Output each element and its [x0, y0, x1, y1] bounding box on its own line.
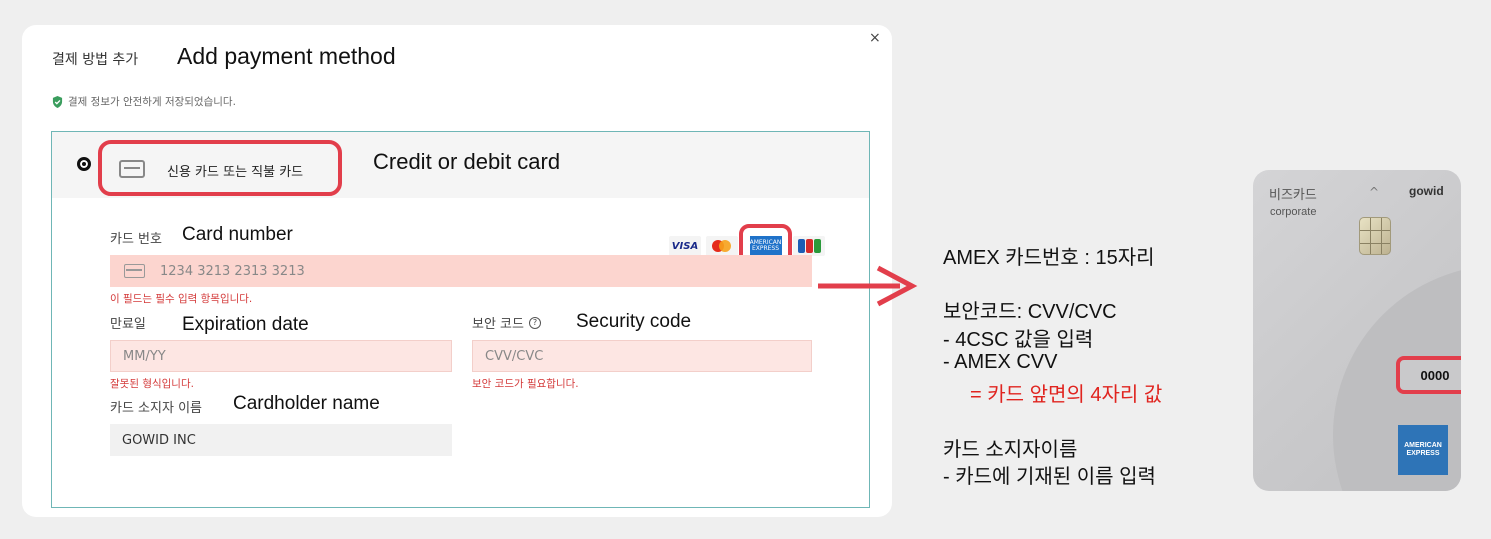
holder-annotation: Cardholder name — [233, 393, 380, 414]
mastercard-logo — [706, 236, 738, 256]
card-brand-text: 비즈카드 — [1269, 187, 1317, 202]
security-input[interactable]: CVV/CVC — [472, 340, 812, 372]
gowid-logo: gowid — [1409, 184, 1444, 198]
note-security-code: 보안코드: CVV/CVC — [943, 301, 1117, 323]
amex-logo: AMERICAN EXPRESS — [749, 236, 782, 256]
arrow-right-icon — [818, 265, 918, 307]
secure-note-text: 결제 정보가 안전하게 저장되었습니다. — [68, 96, 236, 108]
note-front-4-digit: = 카드 앞면의 4자리 값 — [970, 384, 1163, 406]
card-option-label: 신용 카드 또는 직불 카드 — [167, 165, 304, 180]
shield-check-icon — [52, 95, 63, 108]
card-option-radio[interactable] — [77, 157, 91, 171]
modal-title-annotation: Add payment method — [177, 43, 396, 69]
card-corporate-text: corporate — [1270, 206, 1317, 218]
card-number-input[interactable]: 1234 3213 2313 3213 — [110, 255, 812, 287]
card-number-annotation: Card number — [182, 224, 293, 245]
card-option-header[interactable]: 신용 카드 또는 직불 카드 Credit or debit card — [52, 132, 869, 198]
jcb-logo — [793, 236, 825, 256]
expiry-annotation: Expiration date — [182, 314, 309, 335]
holder-label: 카드 소지자 이름 — [110, 401, 202, 416]
visa-logo: VISA — [669, 236, 701, 256]
help-circle-icon[interactable]: ? — [528, 316, 541, 329]
security-annotation: Security code — [576, 311, 692, 332]
note-amex-cvv: - AMEX CVV — [943, 351, 1058, 373]
card-front-code: 0000 — [1396, 356, 1461, 394]
security-error: 보안 코드가 필요합니다. — [472, 378, 579, 390]
card-input-icon — [124, 264, 145, 278]
security-label-group: 보안 코드 ? — [472, 313, 541, 332]
note-cardholder: 카드 소지자이름 — [943, 439, 1078, 461]
expiry-label: 만료일 — [110, 317, 146, 332]
amex-card-photo: 비즈카드 corporate ^ gowid 0000 AMERICAN EXP… — [1253, 170, 1461, 491]
note-cardholder-detail: - 카드에 기재된 이름 입력 — [943, 466, 1156, 488]
card-number-value: 1234 3213 2313 3213 — [160, 263, 305, 279]
modal-title: 결제 방법 추가 — [52, 52, 139, 68]
close-icon[interactable]: × — [869, 30, 881, 46]
card-option-panel: 신용 카드 또는 직불 카드 Credit or debit card 카드 번… — [51, 131, 870, 508]
card-number-label: 카드 번호 — [110, 232, 162, 247]
credit-card-icon — [119, 160, 145, 178]
chevron-up-icon: ^ — [1369, 185, 1380, 199]
card-option-highlight[interactable]: 신용 카드 또는 직불 카드 — [98, 140, 342, 196]
expiry-error: 잘못된 형식입니다. — [110, 378, 194, 390]
card-number-error: 이 필드는 필수 입력 항목입니다. — [110, 293, 253, 305]
expiry-input[interactable]: MM/YY — [110, 340, 452, 372]
card-option-annotation: Credit or debit card — [373, 149, 561, 174]
card-chip — [1359, 217, 1391, 255]
note-card-length: AMEX 카드번호 : 15자리 — [943, 247, 1155, 269]
card-amex-logo: AMERICAN EXPRESS — [1398, 425, 1448, 475]
security-label: 보안 코드 — [472, 317, 524, 332]
secure-note: 결제 정보가 안전하게 저장되었습니다. — [52, 94, 236, 109]
note-4csc: - 4CSC 값을 입력 — [943, 329, 1094, 351]
holder-input[interactable]: GOWID INC — [110, 424, 452, 456]
